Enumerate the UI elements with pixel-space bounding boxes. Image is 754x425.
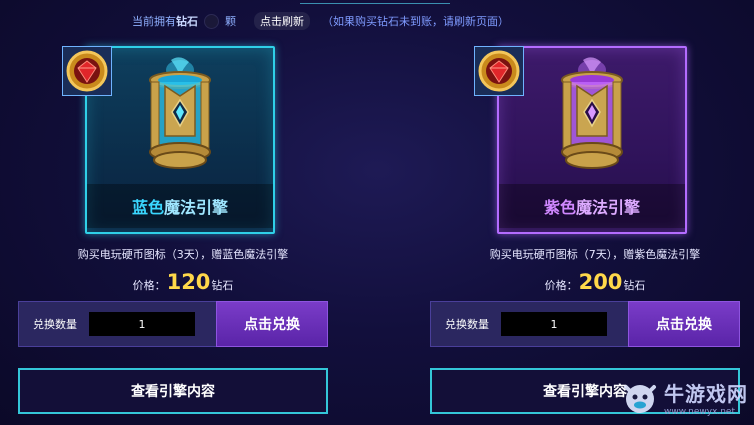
product-name-color: 蓝色: [131, 198, 164, 217]
price-row: 价格： 200 钻石: [430, 270, 754, 294]
price-value: 200: [578, 270, 623, 294]
price-value: 120: [166, 270, 211, 294]
product-card[interactable]: 紫色 魔法引擎: [497, 46, 687, 234]
product-blue-engine: 蓝色 魔法引擎 购买电玩硬币图标（3天），赠蓝色魔法引擎 价格： 120 钻石 …: [18, 46, 348, 425]
price-row: 价格： 120 钻石: [18, 270, 348, 294]
product-name-color: 紫色: [543, 198, 576, 217]
view-engine-contents-button[interactable]: 查看引擎内容: [18, 368, 328, 414]
watermark-title: 牛游戏网: [664, 381, 748, 406]
product-name: 紫色 魔法引擎: [499, 184, 685, 228]
top-divider: [300, 0, 450, 4]
product-name-item: 魔法引擎: [164, 198, 229, 217]
diamond-gem-icon: [474, 46, 524, 96]
price-currency: 钻石: [623, 279, 646, 292]
exchange-button[interactable]: 点击兑换: [216, 301, 328, 347]
product-purple-engine: 紫色 魔法引擎 购买电玩硬币图标（7天），赠紫色魔法引擎 价格： 200 钻石 …: [430, 46, 754, 425]
quantity-label: 兑换数量: [33, 318, 77, 331]
product-description: 购买电玩硬币图标（7天），赠紫色魔法引擎: [489, 248, 701, 261]
watermark-url: www.newyx.net: [664, 406, 736, 417]
diamond-gem-icon: [62, 46, 112, 96]
product-description: 购买电玩硬币图标（3天），赠蓝色魔法引擎: [77, 248, 289, 261]
owned-currency: 钻石: [176, 15, 198, 28]
magic-engine-icon: [149, 57, 211, 169]
quantity-input[interactable]: [501, 312, 607, 336]
product-card[interactable]: 蓝色 魔法引擎: [85, 46, 275, 234]
refresh-note: （如果购买钻石未到账，请刷新页面）: [322, 15, 509, 28]
cow-logo-icon: [624, 385, 656, 413]
diamond-count-icon: [204, 13, 219, 29]
price-label: 价格：: [132, 279, 166, 292]
product-name-item: 魔法引擎: [576, 198, 641, 217]
quantity-input[interactable]: [89, 312, 195, 336]
owned-prefix: 当前拥有: [132, 15, 176, 28]
quantity-label: 兑换数量: [445, 318, 489, 331]
product-name: 蓝色 魔法引擎: [87, 184, 273, 228]
diamond-balance-bar: 当前拥有 钻石 颗 点击刷新 （如果购买钻石未到账，请刷新页面）: [132, 12, 509, 30]
magic-engine-icon: [561, 57, 623, 169]
owned-unit: 颗: [225, 15, 236, 28]
site-watermark: 牛游戏网 www.newyx.net: [620, 377, 748, 417]
refresh-button[interactable]: 点击刷新: [254, 12, 310, 30]
price-label: 价格：: [544, 279, 578, 292]
price-currency: 钻石: [211, 279, 234, 292]
exchange-page: 当前拥有 钻石 颗 点击刷新 （如果购买钻石未到账，请刷新页面） 蓝色 魔法引擎…: [0, 0, 754, 425]
exchange-button[interactable]: 点击兑换: [628, 301, 740, 347]
exchange-row: 兑换数量 点击兑换: [18, 301, 328, 347]
exchange-row: 兑换数量 点击兑换: [430, 301, 740, 347]
